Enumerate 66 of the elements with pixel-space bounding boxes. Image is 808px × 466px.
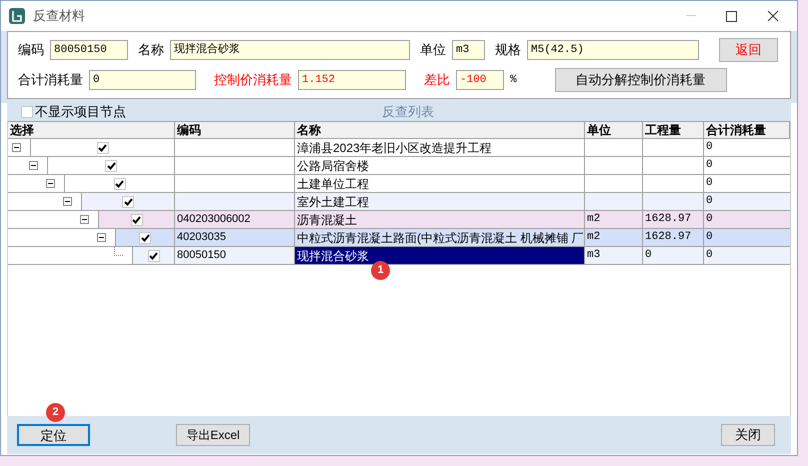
field-label: 差比: [424, 71, 450, 90]
unit-cell: m2: [585, 229, 643, 246]
collapse-toggle[interactable]: [12, 143, 21, 152]
input-field[interactable]: 0: [89, 70, 196, 90]
close-icon[interactable]: [767, 10, 779, 22]
input-field[interactable]: 现拌混合砂浆: [170, 40, 410, 60]
checkbox-label: 不显示项目节点: [35, 103, 126, 122]
quantity-cell: 1628.97: [643, 229, 704, 246]
total-cell: 0: [704, 193, 790, 210]
checkbox[interactable]: [21, 106, 33, 118]
list-title: 反查列表: [382, 103, 434, 122]
code-cell: 80050150: [175, 247, 295, 264]
close-button[interactable]: 关闭: [721, 424, 775, 446]
percent-sign: %: [510, 72, 517, 88]
export-excel-button[interactable]: 导出Excel: [176, 424, 250, 446]
auto-decompose-button[interactable]: 自动分解控制价消耗量: [554, 68, 727, 92]
field-label: 合计消耗量: [18, 71, 83, 90]
checkbox[interactable]: [114, 178, 126, 190]
collapse-toggle[interactable]: [46, 179, 55, 188]
collapse-toggle[interactable]: [29, 161, 38, 170]
total-cell: 0: [704, 247, 790, 264]
checkbox[interactable]: [105, 160, 117, 172]
quantity-cell: 1628.97: [643, 211, 704, 228]
checkbox[interactable]: [139, 232, 151, 244]
name-cell[interactable]: 沥青混凝土: [295, 211, 585, 228]
checkbox[interactable]: [130, 214, 142, 226]
locate-button[interactable]: 定位: [17, 424, 90, 446]
input-field[interactable]: 1.152: [298, 70, 406, 90]
total-cell: 0: [704, 229, 790, 246]
column-header[interactable]: 选择: [8, 122, 175, 138]
checkbox[interactable]: [96, 142, 108, 154]
maximize-icon[interactable]: [726, 10, 737, 22]
code-cell: 040203006002: [175, 211, 295, 228]
field-label: 名称: [138, 41, 164, 60]
unit-cell: m3: [585, 247, 643, 264]
column-header[interactable]: 合计消耗量: [704, 122, 790, 138]
checkbox[interactable]: [122, 196, 134, 208]
collapse-toggle[interactable]: [80, 215, 89, 224]
collapse-toggle[interactable]: [63, 197, 72, 206]
name-cell[interactable]: 漳浦县2023年老旧小区改造提升工程: [295, 139, 585, 156]
quantity-cell: 0: [643, 247, 704, 264]
input-field[interactable]: m3: [452, 40, 485, 60]
app-logo-icon: [9, 8, 25, 24]
name-cell[interactable]: 中粒式沥青混凝土路面(中粒式沥青混凝土 机械摊铺 厂: [295, 229, 585, 246]
field-label: 控制价消耗量: [214, 71, 292, 90]
column-header[interactable]: 名称: [295, 122, 585, 138]
window-title: 反查材料: [33, 7, 85, 26]
checkbox[interactable]: [148, 250, 160, 262]
input-field[interactable]: M5(42.5): [527, 40, 699, 60]
name-cell[interactable]: 现拌混合砂浆: [295, 247, 585, 264]
name-cell[interactable]: 土建单位工程: [295, 175, 585, 192]
tree-connector: [114, 247, 123, 256]
input-field[interactable]: -100: [456, 70, 504, 90]
collapse-toggle[interactable]: [97, 233, 106, 242]
unit-cell: m2: [585, 211, 643, 228]
field-label: 单位: [420, 41, 446, 60]
total-cell: 0: [704, 211, 790, 228]
code-cell: 40203035: [175, 229, 295, 246]
column-header[interactable]: 单位: [585, 122, 643, 138]
name-cell[interactable]: 公路局宿舍楼: [295, 157, 585, 174]
field-label: 编码: [18, 41, 44, 60]
field-label: 规格: [495, 41, 521, 60]
name-cell[interactable]: 室外土建工程: [295, 193, 585, 210]
column-header[interactable]: 工程量: [643, 122, 704, 138]
column-header[interactable]: 编码: [175, 122, 295, 138]
input-field[interactable]: 80050150: [50, 40, 128, 60]
